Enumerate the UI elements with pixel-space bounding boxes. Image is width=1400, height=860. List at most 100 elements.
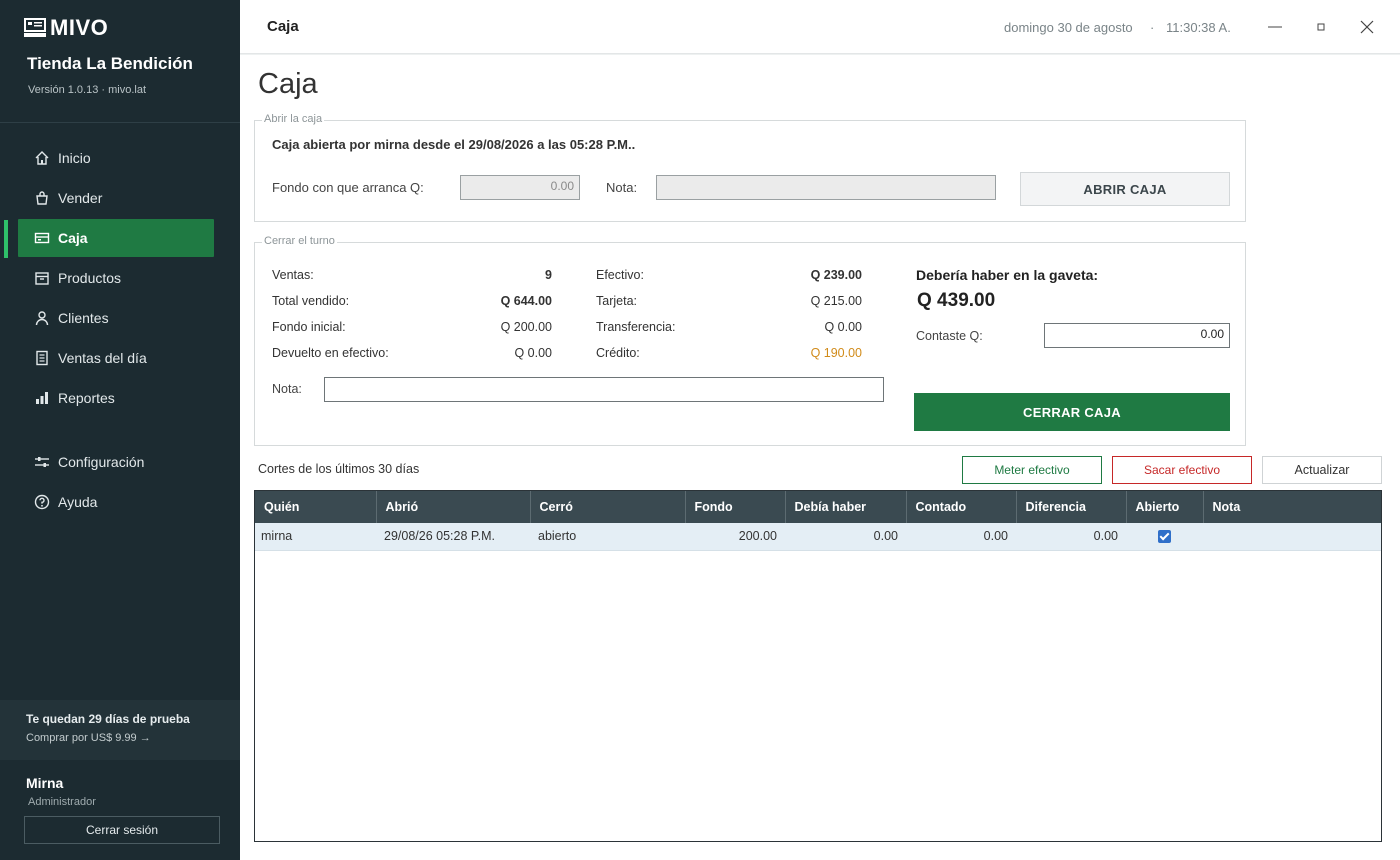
sidebar-item-reportes[interactable]: Reportes [18,379,214,417]
buy-link[interactable]: Comprar por US$ 9.99 → [26,732,151,744]
column-header-abrio[interactable]: Abrió [376,491,531,523]
close-window-button[interactable] [1353,14,1381,40]
home-icon [35,151,49,165]
counted-label: Contaste Q: [916,329,983,343]
refresh-button[interactable]: Actualizar [1262,456,1382,484]
open-note-input[interactable] [656,175,996,200]
logout-button[interactable]: Cerrar sesión [24,816,220,844]
opening-fund-input[interactable]: 0.00 [460,175,580,200]
open-box-button[interactable]: ABRIR CAJA [1020,172,1230,206]
expected-drawer-value: Q 439.00 [917,290,996,311]
transfer-label: Transferencia: [596,320,676,334]
sidebar-item-label: Productos [58,270,122,286]
table-row[interactable]: mirna 29/08/26 05:28 P.M. abierto 200.00… [255,523,1381,551]
card-value: Q 215.00 [810,294,862,308]
close-note-input[interactable] [324,377,884,402]
close-icon [1360,20,1374,34]
credit-value: Q 190.00 [810,346,862,360]
cell-nota [1203,523,1381,551]
main-content: Caja Abrir la caja Caja abierta por mirn… [240,55,1400,860]
close-shift-group: Cerrar el turno Ventas: 9 Total vendido:… [254,235,1246,446]
sidebar-item-label: Inicio [58,150,91,166]
bag-icon [36,191,48,205]
column-header-quien[interactable]: Quién [255,491,377,523]
initial-fund-value: Q 200.00 [500,320,552,334]
cell-cerro: abierto [530,523,685,551]
sidebar-item-ayuda[interactable]: Ayuda [18,483,214,521]
column-header-contado[interactable]: Contado [906,491,1017,523]
column-header-diferencia[interactable]: Diferencia [1016,491,1127,523]
minimize-icon [1268,26,1282,28]
cash-returned-label: Devuelto en efectivo: [272,346,389,360]
maximize-icon [1317,23,1325,31]
brand-logo: MIVO [24,15,108,41]
sidebar-item-label: Reportes [58,390,115,406]
ventas-label: Ventas: [272,268,314,282]
cuts-grid: Quién Abrió Cerró Fondo Debía haber Cont… [255,491,1381,551]
minimize-button[interactable] [1261,14,1289,40]
cell-fondo: 200.00 [685,523,785,551]
box-icon [35,272,49,285]
cash-label: Efectivo: [596,268,644,282]
window-title: Caja [267,18,299,35]
column-header-nota[interactable]: Nota [1203,491,1381,523]
ventas-value: 9 [545,268,552,282]
deposit-cash-button[interactable]: Meter efectivo [962,456,1102,484]
sidebar-item-ventas-del-dia[interactable]: Ventas del día [18,339,214,377]
active-nav-indicator [4,220,8,258]
sliders-icon [35,457,49,467]
column-header-debia-haber[interactable]: Debía haber [785,491,907,523]
cell-abrio: 29/08/26 05:28 P.M. [376,523,530,551]
current-date: domingo 30 de agosto [1004,20,1133,35]
box-open-status: Caja abierta por mirna desde el 29/08/20… [272,137,636,152]
sidebar-item-caja[interactable]: Caja [18,219,214,257]
maximize-button[interactable] [1307,14,1335,40]
cell-abierto [1126,523,1203,551]
sidebar-nav: Inicio Vender Caja Productos Clientes Ve… [18,139,214,523]
expected-drawer-label: Debería haber en la gaveta: [916,267,1099,283]
sidebar-item-inicio[interactable]: Inicio [18,139,214,177]
fund-label: Fondo con que arranca Q: [272,180,424,195]
column-header-fondo[interactable]: Fondo [685,491,786,523]
cash-value: Q 239.00 [810,268,862,282]
sidebar-item-label: Ventas del día [58,350,147,366]
receipt-icon [36,350,48,366]
help-icon [34,494,50,510]
open-checkbox[interactable] [1158,530,1171,544]
cash-returned-value: Q 0.00 [514,346,552,360]
sidebar: MIVO Tienda La Bendición Versión 1.0.13 … [0,0,240,860]
withdraw-cash-button[interactable]: Sacar efectivo [1112,456,1252,484]
cell-quien: mirna [255,523,376,551]
cell-diferencia: 0.00 [1016,523,1126,551]
sidebar-item-label: Vender [58,190,103,206]
open-box-group: Abrir la caja Caja abierta por mirna des… [254,113,1246,222]
cuts-table: Quién Abrió Cerró Fondo Debía haber Cont… [254,490,1382,842]
sidebar-item-label: Configuración [58,454,145,470]
store-name: Tienda La Bendición [27,54,193,73]
current-time: 11:30:38 A. [1166,20,1231,35]
date-time-separator: · [1150,20,1155,35]
trial-banner: Te quedan 29 días de prueba Comprar por … [0,700,240,760]
cash-register-icon [34,232,50,244]
sidebar-item-label: Clientes [58,310,109,326]
counted-cash-input[interactable]: 0.00 [1044,323,1230,348]
close-box-button[interactable]: CERRAR CAJA [914,393,1230,431]
column-header-abierto[interactable]: Abierto [1126,491,1204,523]
open-box-legend: Abrir la caja [262,113,325,125]
user-role: Administrador [28,796,96,808]
cell-contado: 0.00 [906,523,1016,551]
sidebar-item-clientes[interactable]: Clientes [18,299,214,337]
column-header-cerro[interactable]: Cerró [530,491,686,523]
app-version: Versión 1.0.13 · mivo.lat [28,84,147,96]
sidebar-item-productos[interactable]: Productos [18,259,214,297]
open-note-label: Nota: [606,180,638,195]
sidebar-item-configuracion[interactable]: Configuración [18,443,214,481]
top-bar: Caja domingo 30 de agosto · 11:30:38 A. [240,0,1400,54]
trial-title: Te quedan 29 días de prueba [26,712,190,726]
sidebar-item-vender[interactable]: Vender [18,179,214,217]
cuts-section-title: Cortes de los últimos 30 días [258,462,420,476]
sidebar-divider [0,122,240,123]
bar-chart-icon [36,392,48,404]
credit-label: Crédito: [596,346,640,360]
sidebar-item-label: Ayuda [58,494,98,510]
